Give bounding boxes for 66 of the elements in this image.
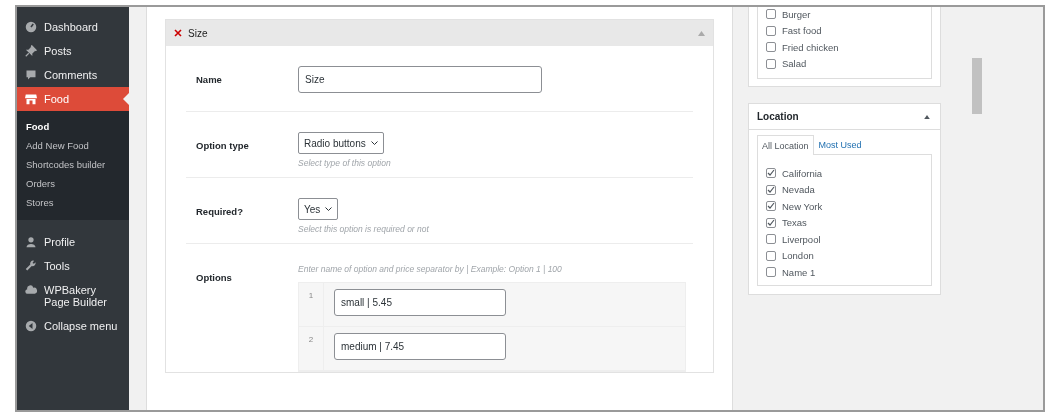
checkbox-label: Burger — [782, 8, 811, 20]
submenu-item[interactable]: Shortcodes builder — [17, 155, 129, 174]
checkbox[interactable] — [766, 217, 776, 228]
dropdown[interactable]: Yes — [298, 198, 339, 220]
menu-item[interactable]: Dashboard — [17, 15, 129, 39]
checkbox[interactable] — [766, 9, 776, 20]
checkbox[interactable] — [766, 184, 776, 195]
field-label: Required? — [196, 205, 244, 219]
help-text: Enter name of option and price separator by | Example: Option 1 | 100 — [298, 264, 563, 274]
checkbox-label: London — [782, 250, 814, 262]
checkbox-label: Texas — [782, 217, 807, 229]
checkbox[interactable] — [766, 42, 776, 53]
menu-item[interactable]: WPBakery Page Builder — [17, 278, 129, 314]
cloud-icon — [25, 284, 37, 296]
help-text: Select type of this option — [298, 158, 392, 168]
checkbox-label: Fast food — [782, 25, 822, 37]
checkbox[interactable] — [766, 58, 776, 69]
menu-item[interactable]: Posts — [17, 39, 129, 63]
speech-bubble-icon — [25, 69, 37, 81]
checkbox[interactable] — [766, 267, 776, 278]
checkbox-label: New York — [782, 200, 823, 212]
tab[interactable]: All Location — [757, 135, 814, 155]
storefront-icon — [25, 93, 37, 105]
checkbox[interactable] — [766, 168, 776, 179]
option-field[interactable]: small | 5.45 — [334, 289, 506, 316]
pushpin-icon — [25, 45, 37, 57]
checkbox[interactable] — [766, 250, 776, 261]
submenu-item[interactable]: Add New Food — [17, 136, 129, 155]
section-title: Size — [188, 27, 208, 39]
menu-item[interactable]: Profile — [17, 230, 129, 254]
wrench-icon — [25, 260, 37, 272]
help-text: Select this option is required or not — [298, 224, 430, 234]
row-number: 2 — [299, 327, 324, 370]
checkbox-label: Name 1 — [782, 266, 816, 278]
menu-item[interactable]: Tools — [17, 254, 129, 278]
panel-title: Location — [757, 111, 799, 122]
checkbox-label: Nevada — [782, 184, 815, 196]
collapse-icon — [25, 320, 37, 332]
checkbox-label: California — [782, 167, 823, 179]
submenu-item[interactable]: Orders — [17, 174, 129, 193]
submenu-item[interactable]: Stores — [17, 193, 129, 212]
option-field[interactable]: medium | 7.45 — [334, 333, 506, 360]
row-number: 1 — [299, 283, 324, 326]
menu-item[interactable]: Collapse menu — [17, 314, 129, 338]
field-label: Options — [196, 271, 233, 285]
chevron-down-icon — [325, 206, 333, 212]
checkbox-label: Fried chicken — [782, 41, 839, 53]
caret-up-icon[interactable] — [924, 114, 930, 119]
tab[interactable]: Most Used — [813, 135, 867, 154]
checkbox[interactable] — [766, 234, 776, 245]
dropdown[interactable]: Radio buttons — [298, 132, 384, 154]
person-icon — [25, 236, 37, 248]
chevron-down-icon — [370, 140, 378, 146]
scrollbar-thumb[interactable] — [972, 58, 982, 114]
checkbox-label: Salad — [782, 58, 807, 70]
field-label: Option type — [196, 139, 250, 153]
checkbox[interactable] — [766, 25, 776, 36]
remove-icon[interactable] — [174, 29, 182, 37]
submenu-item[interactable]: Food — [17, 117, 129, 136]
menu-item[interactable]: Food — [17, 87, 129, 111]
name-field[interactable]: Size — [298, 66, 542, 93]
gauge-icon — [25, 21, 37, 33]
menu-item[interactable]: Comments — [17, 63, 129, 87]
checkbox[interactable] — [766, 201, 776, 212]
field-label: Name — [196, 73, 223, 87]
checkbox-label: Liverpool — [782, 233, 821, 245]
